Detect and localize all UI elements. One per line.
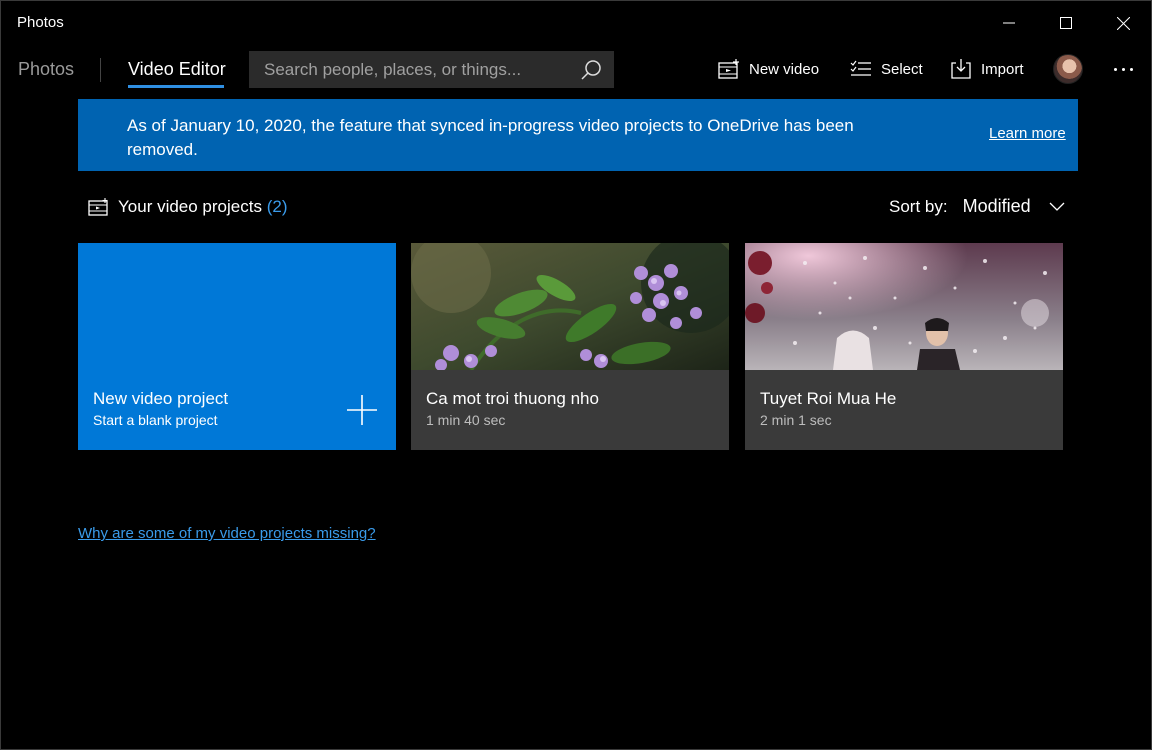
more-icon bbox=[1113, 67, 1117, 71]
sort-control[interactable]: Sort by: Modified bbox=[889, 196, 1065, 217]
project-thumbnail bbox=[745, 243, 1063, 370]
select-icon bbox=[850, 60, 871, 76]
new-project-card[interactable]: New video project Start a blank project bbox=[78, 243, 396, 450]
card-title: Ca mot troi thuong nho bbox=[426, 389, 599, 408]
project-card[interactable]: Tuyet Roi Mua He 2 min 1 sec bbox=[745, 243, 1063, 450]
projects-count: (2) bbox=[266, 197, 288, 216]
maximize-icon bbox=[1060, 17, 1072, 29]
active-tab-indicator bbox=[128, 85, 224, 88]
projects-heading: Your video projects bbox=[118, 197, 262, 216]
import-button[interactable]: Import bbox=[950, 56, 1024, 82]
card-duration: 1 min 40 sec bbox=[426, 412, 506, 428]
video-projects-icon bbox=[88, 198, 108, 216]
search-icon bbox=[581, 59, 601, 80]
card-title: New video project bbox=[93, 389, 229, 408]
card-duration: 2 min 1 sec bbox=[760, 412, 832, 428]
new-video-button[interactable]: New video bbox=[718, 56, 819, 82]
missing-projects-link[interactable]: Why are some of my video projects missin… bbox=[78, 525, 376, 542]
tab-video-editor[interactable]: Video Editor bbox=[128, 59, 226, 80]
sort-label: Sort by: bbox=[889, 196, 948, 216]
learn-more-link[interactable]: Learn more bbox=[989, 125, 1066, 142]
projects-header: Your video projects (2) bbox=[88, 197, 287, 217]
minimize-button[interactable] bbox=[986, 7, 1032, 39]
import-icon bbox=[951, 59, 971, 79]
new-video-icon bbox=[718, 59, 739, 79]
title-bar: Photos bbox=[1, 1, 1151, 45]
search-box bbox=[249, 51, 614, 88]
banner-message: As of January 10, 2020, the feature that… bbox=[127, 116, 854, 159]
search-button[interactable] bbox=[568, 51, 614, 88]
info-banner: As of January 10, 2020, the feature that… bbox=[78, 99, 1078, 171]
app-title: Photos bbox=[17, 14, 64, 31]
app-window: Photos Photos Video Editor Search people… bbox=[0, 0, 1152, 750]
plus-icon bbox=[347, 395, 377, 425]
minimize-icon bbox=[1003, 22, 1015, 24]
select-button[interactable]: Select bbox=[850, 56, 923, 82]
nav-divider bbox=[100, 58, 101, 82]
more-button[interactable] bbox=[1109, 59, 1137, 79]
chevron-down-icon[interactable] bbox=[1049, 202, 1065, 212]
close-icon bbox=[1116, 16, 1130, 30]
project-thumbnail bbox=[411, 243, 729, 370]
select-label: Select bbox=[881, 60, 923, 78]
project-card[interactable]: Ca mot troi thuong nho 1 min 40 sec bbox=[411, 243, 729, 450]
new-video-label: New video bbox=[749, 60, 820, 78]
search-input[interactable] bbox=[249, 59, 568, 80]
import-label: Import bbox=[981, 60, 1024, 78]
sort-value[interactable]: Modified bbox=[963, 196, 1031, 217]
card-title: Tuyet Roi Mua He bbox=[760, 389, 897, 408]
close-button[interactable] bbox=[1100, 7, 1146, 39]
card-subtitle: Start a blank project bbox=[93, 412, 218, 428]
tab-photos[interactable]: Photos bbox=[18, 59, 74, 80]
avatar[interactable] bbox=[1053, 54, 1083, 84]
maximize-button[interactable] bbox=[1043, 7, 1089, 39]
